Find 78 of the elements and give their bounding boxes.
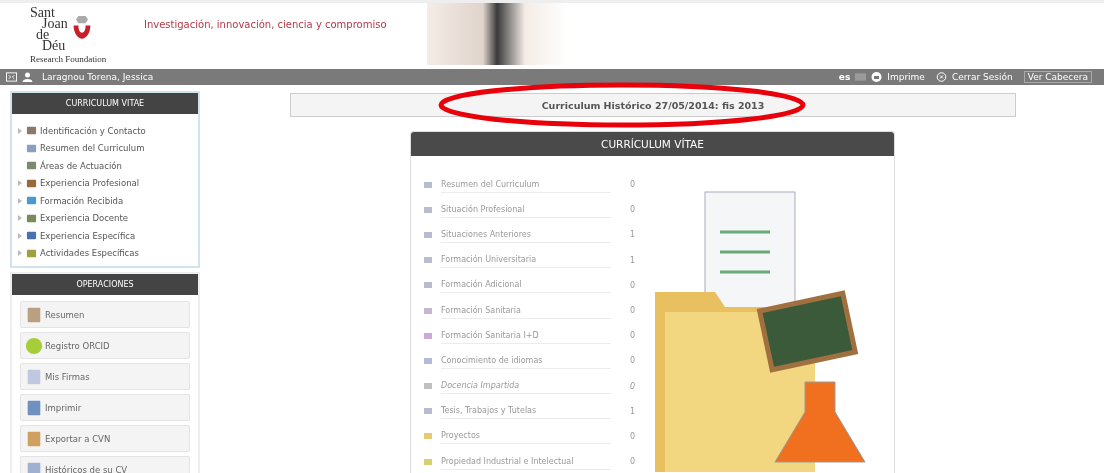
section-count: 0 bbox=[628, 457, 635, 467]
section-icon bbox=[26, 125, 37, 137]
user-name: Laragnou Torena, Jessica bbox=[42, 72, 154, 82]
section-link[interactable]: Formación Sanitaria I+D bbox=[441, 327, 611, 344]
section-icon bbox=[26, 230, 37, 242]
section-link[interactable]: Situaciones Anteriores bbox=[441, 226, 611, 243]
section-icon bbox=[26, 212, 37, 224]
operation-button[interactable]: Históricos de su CV bbox=[20, 456, 190, 473]
page-title: Curriculum Histórico 27/05/2014: fis 2013 bbox=[541, 99, 765, 111]
section-count: 0 bbox=[628, 331, 635, 341]
section-link[interactable]: Formación Universitaria bbox=[441, 252, 611, 269]
tree-item[interactable]: Experiencia Docente bbox=[40, 213, 129, 224]
section-link[interactable]: Propiedad Industrial e Intelectual bbox=[441, 453, 611, 470]
operation-button[interactable]: Resumen bbox=[20, 301, 190, 328]
section-count: 1 bbox=[628, 255, 635, 265]
tree-item[interactable]: Áreas de Actuación bbox=[40, 160, 122, 171]
section-link[interactable]: Formación Sanitaria bbox=[441, 302, 611, 319]
section-link[interactable]: Situación Profesional bbox=[441, 201, 611, 218]
section-icon bbox=[26, 247, 37, 259]
header-link[interactable]: Imprime bbox=[887, 72, 925, 82]
user-icon bbox=[22, 72, 33, 82]
tree-item[interactable]: Actividades Específicas bbox=[40, 248, 139, 259]
card-title: CURRÍCULUM VÍTAE bbox=[411, 132, 894, 156]
expand-caret-icon[interactable] bbox=[18, 232, 23, 239]
document-icon bbox=[25, 305, 43, 324]
section-icon bbox=[26, 142, 37, 154]
orcid-icon bbox=[25, 336, 43, 355]
section-link[interactable]: Docencia Impartida bbox=[441, 378, 611, 395]
section-link[interactable]: Proyectos bbox=[441, 428, 611, 445]
section-link[interactable]: Resumen del Curriculum bbox=[441, 176, 611, 193]
logo-text: Sant bbox=[30, 7, 55, 18]
section-count: 1 bbox=[628, 230, 635, 240]
panel-toggle-icon[interactable] bbox=[6, 72, 17, 82]
logo-text: Déu bbox=[42, 40, 67, 51]
language-link[interactable]: es bbox=[838, 72, 851, 82]
tree-item[interactable]: Experiencia Específica bbox=[40, 230, 136, 241]
section-count: 0 bbox=[628, 381, 635, 391]
section-icon bbox=[26, 160, 37, 172]
operation-button[interactable]: Imprimir bbox=[20, 394, 190, 421]
tree-item[interactable]: Formación Recibida bbox=[40, 195, 124, 206]
logo-subtitle: Research Foundation bbox=[30, 54, 108, 64]
document-icon bbox=[25, 398, 43, 417]
header-link[interactable]: Ver Cabecera bbox=[1023, 71, 1092, 83]
close-icon bbox=[935, 72, 947, 82]
section-count: 0 bbox=[628, 205, 635, 215]
expand-caret-icon[interactable] bbox=[18, 215, 23, 222]
panel-title: CURRICULUM VITAE bbox=[12, 93, 198, 114]
section-count: 0 bbox=[628, 431, 635, 441]
tree-item[interactable]: Experiencia Profesional bbox=[40, 178, 140, 189]
document-icon bbox=[25, 429, 43, 448]
section-count: 0 bbox=[628, 356, 635, 366]
section-link[interactable]: Tesis, Trabajos y Tutelas bbox=[441, 403, 611, 420]
header-link[interactable]: Cerrar Sesión bbox=[951, 72, 1013, 82]
tree-item[interactable]: Resumen del Curriculum bbox=[40, 143, 145, 154]
tree-item[interactable]: Identificación y Contacto bbox=[40, 125, 146, 136]
panel-title: OPERACIONES bbox=[12, 274, 198, 295]
section-icon bbox=[26, 195, 37, 207]
expand-caret-icon[interactable] bbox=[18, 180, 23, 187]
section-count: 1 bbox=[628, 406, 635, 416]
logo-text: Joan bbox=[41, 18, 68, 29]
expand-caret-icon[interactable] bbox=[18, 250, 23, 257]
expand-caret-icon[interactable] bbox=[18, 197, 23, 204]
document-icon bbox=[25, 460, 43, 473]
expand-caret-icon[interactable] bbox=[18, 127, 23, 134]
document-icon bbox=[25, 367, 43, 386]
section-count: 0 bbox=[628, 306, 635, 316]
section-count: 0 bbox=[628, 280, 635, 290]
flag-icon[interactable] bbox=[855, 72, 867, 82]
operation-button[interactable]: Exportar a CVN bbox=[20, 425, 190, 452]
print-icon bbox=[871, 72, 883, 82]
section-link[interactable]: Formación Adicional bbox=[441, 277, 611, 294]
logo-text: de bbox=[35, 29, 50, 40]
operation-button[interactable]: Mis Firmas bbox=[20, 363, 190, 390]
tagline: Investigación, innovación, ciencia y compromiso bbox=[144, 19, 387, 30]
section-icon bbox=[26, 177, 37, 189]
operation-button[interactable]: Registro ORCID bbox=[20, 332, 190, 359]
section-count: 0 bbox=[628, 180, 635, 190]
section-link[interactable]: Conocimiento de idiomas bbox=[441, 352, 611, 369]
